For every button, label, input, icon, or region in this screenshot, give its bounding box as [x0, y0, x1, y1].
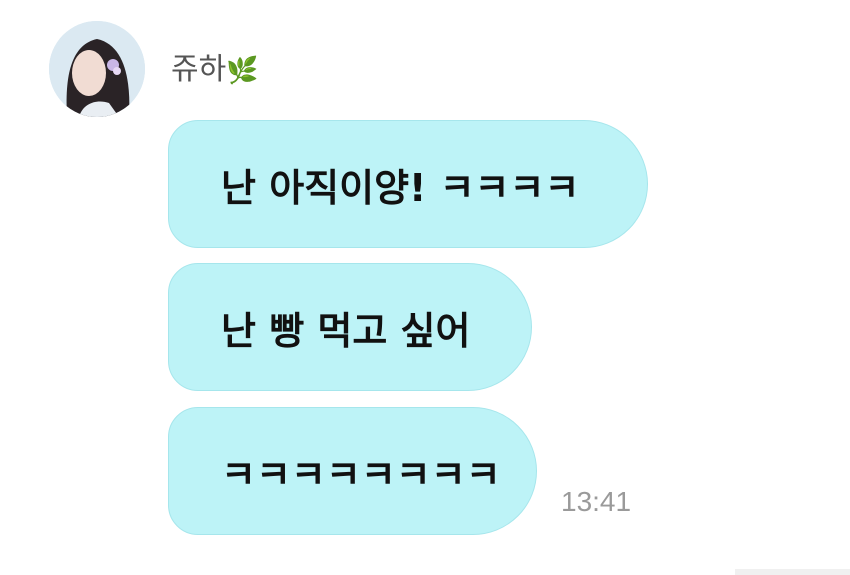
bottom-edge	[735, 569, 850, 575]
message-text: 난 아직이양! ㅋㅋㅋㅋ	[221, 165, 580, 210]
sender-name: 쥬하🌿	[171, 50, 259, 91]
avatar-image	[49, 21, 145, 117]
message-text: ㅋㅋㅋㅋㅋㅋㅋㅋ	[221, 452, 501, 497]
avatar[interactable]	[49, 21, 145, 117]
message-timestamp: 13:41	[561, 486, 632, 517]
message-bubble[interactable]: 난 빵 먹고 싶어	[168, 263, 532, 391]
sender-name-text: 쥬하	[171, 52, 227, 87]
herb-icon: 🌿	[226, 56, 259, 86]
message-text: 난 빵 먹고 싶어	[221, 308, 471, 353]
message-bubble[interactable]: 난 아직이양! ㅋㅋㅋㅋ	[168, 120, 648, 248]
message-bubble[interactable]: ㅋㅋㅋㅋㅋㅋㅋㅋ	[168, 407, 537, 535]
